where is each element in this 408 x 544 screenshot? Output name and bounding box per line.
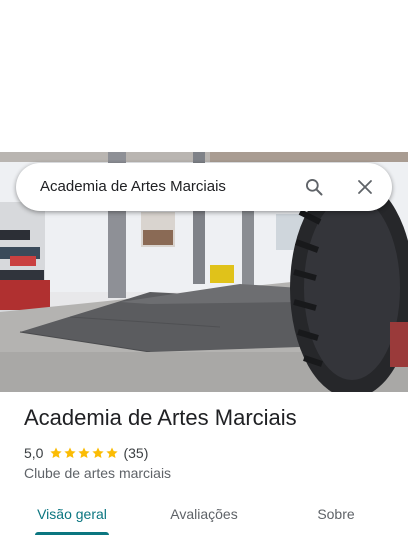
place-title: Academia de Artes Marciais <box>24 405 297 430</box>
close-icon[interactable] <box>353 175 377 199</box>
rating-value: 5,0 <box>24 445 44 461</box>
place-category: Clube de artes marciais <box>24 465 172 481</box>
review-count[interactable]: (35) <box>123 445 148 461</box>
rating-row[interactable]: 5,0 (35) <box>24 444 148 462</box>
star-icon <box>50 447 63 459</box>
tab-overview[interactable]: Visão geral <box>35 496 109 532</box>
star-icon <box>106 447 119 459</box>
star-icon <box>78 447 91 459</box>
search-icon[interactable] <box>302 175 326 199</box>
search-input[interactable]: Academia de Artes Marciais <box>40 163 226 211</box>
tab-reviews[interactable]: Avaliações <box>164 496 244 532</box>
star-icon <box>92 447 105 459</box>
tab-about[interactable]: Sobre <box>312 496 360 532</box>
active-tab-indicator <box>35 532 109 535</box>
search-bar[interactable]: Academia de Artes Marciais <box>16 163 392 211</box>
maps-place-screen: Academia de Artes Marciais Academia de A… <box>0 0 408 544</box>
place-tabs: Visão geral Avaliações Sobre <box>0 496 408 536</box>
star-icon <box>64 447 77 459</box>
rating-stars <box>49 446 119 460</box>
